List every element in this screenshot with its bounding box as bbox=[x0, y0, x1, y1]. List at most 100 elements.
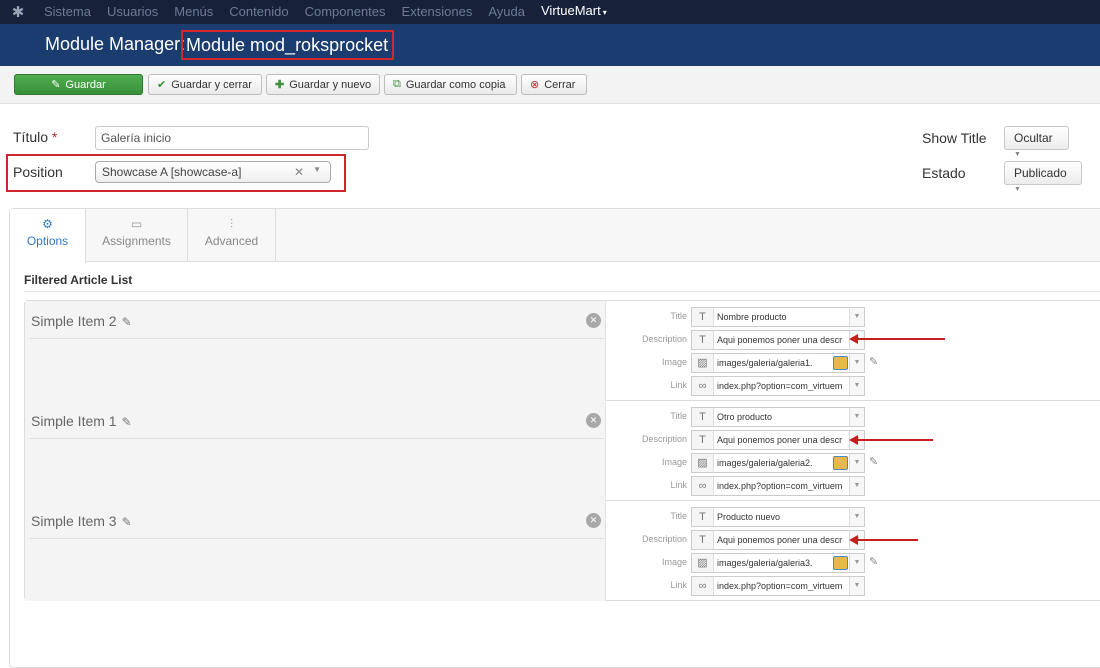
edit-icon: ✎ bbox=[51, 79, 61, 91]
title-input[interactable]: Galería inicio bbox=[95, 126, 369, 150]
menu-menus[interactable]: Menús bbox=[166, 0, 221, 24]
field-label-title: Title bbox=[670, 511, 687, 521]
remove-item-button[interactable]: ✕ bbox=[586, 513, 601, 528]
tab-bar: ⚙ Options ▭ Assignments ⫶ Advanced bbox=[10, 209, 1100, 263]
chevron-down-icon[interactable]: ▼ bbox=[849, 477, 864, 495]
field-label-link: Link bbox=[670, 580, 687, 590]
annotation-arrow bbox=[849, 435, 933, 445]
chevron-down-icon: ▼ bbox=[1014, 186, 1021, 193]
field-value: Aqui ponemos poner una descr bbox=[717, 435, 843, 445]
save-close-label: Guardar y cerrar bbox=[171, 78, 252, 91]
chevron-down-icon[interactable]: ▼ bbox=[849, 308, 864, 326]
field-value: Aqui ponemos poner una descr bbox=[717, 535, 843, 545]
item-title[interactable]: Simple Item 3 ✎ bbox=[31, 513, 132, 529]
item-divider bbox=[29, 338, 604, 339]
chevron-down-icon[interactable]: ▼ bbox=[849, 454, 864, 472]
text-icon: T bbox=[692, 431, 714, 449]
field-value: images/galeria/galeria2.png bbox=[717, 458, 812, 468]
sliders-icon: ⫶ bbox=[229, 217, 233, 231]
title-label: Título * bbox=[13, 129, 57, 145]
menu-componentes[interactable]: Componentes bbox=[297, 0, 394, 24]
chevron-down-icon[interactable]: ▼ bbox=[849, 377, 864, 395]
pencil-icon[interactable]: ✎ bbox=[122, 315, 132, 329]
field-label-link: Link bbox=[670, 480, 687, 490]
chevron-down-icon[interactable]: ▼ bbox=[849, 508, 864, 526]
save-close-button[interactable]: ✔ Guardar y cerrar bbox=[148, 74, 262, 95]
title-field[interactable]: T Producto nuevo ▼ bbox=[691, 507, 865, 527]
close-button[interactable]: ⊗ Cerrar bbox=[521, 74, 587, 95]
edit-icon[interactable]: ✎ bbox=[869, 355, 878, 368]
description-field[interactable]: TAqui ponemos poner una descr▼ bbox=[691, 430, 865, 450]
field-value: index.php?option=com_virtuem bbox=[717, 381, 843, 391]
description-field[interactable]: TAqui ponemos poner una descr▼ bbox=[691, 530, 865, 550]
link-field[interactable]: ∞ index.php?option=com_virtuem ▼ bbox=[691, 576, 865, 596]
media-browse-icon[interactable] bbox=[833, 456, 848, 470]
save-label: Guardar bbox=[65, 78, 106, 91]
pencil-icon[interactable]: ✎ bbox=[122, 515, 132, 529]
media-browse-icon[interactable] bbox=[833, 556, 848, 570]
field-label-description: Description bbox=[641, 434, 687, 444]
menu-usuarios[interactable]: Usuarios bbox=[99, 0, 166, 24]
tab-options[interactable]: ⚙ Options bbox=[10, 209, 86, 263]
title-field[interactable]: T Otro producto ▼ bbox=[691, 407, 865, 427]
clear-icon[interactable]: ✕ bbox=[294, 165, 304, 179]
status-value: Publicado bbox=[1014, 166, 1067, 180]
field-label-title: Title bbox=[670, 411, 687, 421]
chevron-down-icon[interactable]: ▼ bbox=[849, 408, 864, 426]
text-icon: T bbox=[692, 331, 714, 349]
item-title[interactable]: Simple Item 1 ✎ bbox=[31, 413, 132, 429]
page-header: Module Manager: Module mod_roksprocket bbox=[0, 24, 1100, 66]
text-icon: T bbox=[692, 308, 714, 326]
edit-icon[interactable]: ✎ bbox=[869, 455, 878, 468]
item-divider bbox=[29, 538, 604, 539]
title-field[interactable]: T Nombre producto ▼ bbox=[691, 307, 865, 327]
field-value: index.php?option=com_virtuem bbox=[717, 581, 843, 591]
image-field[interactable]: ▨images/galeria/galeria1.png ▼ bbox=[691, 353, 865, 373]
joomla-icon[interactable]: ✱ bbox=[0, 0, 36, 24]
save-new-label: Guardar y nuevo bbox=[289, 78, 372, 91]
position-select[interactable]: Showcase A [showcase-a] ✕ ▼ bbox=[95, 161, 331, 183]
save-button[interactable]: ✎ Guardar bbox=[14, 74, 143, 95]
chevron-down-icon: ▼ bbox=[313, 165, 321, 174]
show-title-dropdown[interactable]: Ocultar ▼ bbox=[1004, 126, 1069, 158]
edit-icon[interactable]: ✎ bbox=[869, 555, 878, 568]
required-mark: * bbox=[51, 129, 58, 145]
menu-extensiones[interactable]: Extensiones bbox=[394, 0, 481, 24]
field-link: Link ∞ index.php?option=com_virtuem ▼ bbox=[607, 476, 1100, 496]
plus-icon: ✚ bbox=[275, 79, 285, 91]
image-field[interactable]: ▨images/galeria/galeria3.png ▼ bbox=[691, 553, 865, 573]
status-dropdown[interactable]: Publicado ▼ bbox=[1004, 161, 1082, 193]
description-field[interactable]: TAqui ponemos poner una descr▼ bbox=[691, 330, 865, 350]
field-value: Otro producto bbox=[717, 412, 773, 422]
menu-contenido[interactable]: Contenido bbox=[221, 0, 296, 24]
remove-item-button[interactable]: ✕ bbox=[586, 413, 601, 428]
section-divider bbox=[24, 291, 1100, 292]
copy-icon: ⧉ bbox=[393, 78, 401, 90]
save-copy-button[interactable]: ⧉ Guardar como copia bbox=[384, 74, 517, 95]
media-browse-icon[interactable] bbox=[833, 356, 848, 370]
field-label-title: Title bbox=[670, 311, 687, 321]
link-field[interactable]: ∞ index.php?option=com_virtuem ▼ bbox=[691, 376, 865, 396]
field-image: Image ▨images/galeria/galeria2.png ▼ ✎ bbox=[607, 453, 1100, 473]
pencil-icon[interactable]: ✎ bbox=[122, 415, 132, 429]
item-name: Simple Item 1 bbox=[31, 413, 117, 429]
field-value: Aqui ponemos poner una descr bbox=[717, 335, 843, 345]
image-icon: ▨ bbox=[692, 354, 714, 372]
chevron-down-icon[interactable]: ▼ bbox=[849, 354, 864, 372]
field-title: Title T Nombre producto ▼ bbox=[607, 307, 1100, 327]
menu-ayuda[interactable]: Ayuda bbox=[480, 0, 533, 24]
link-field[interactable]: ∞ index.php?option=com_virtuem ▼ bbox=[691, 476, 865, 496]
field-label-description: Description bbox=[641, 534, 687, 544]
remove-item-button[interactable]: ✕ bbox=[586, 313, 601, 328]
menu-virtuemart[interactable]: VirtueMart ▾ bbox=[533, 0, 615, 25]
chevron-down-icon[interactable]: ▼ bbox=[849, 554, 864, 572]
show-title-value: Ocultar bbox=[1014, 131, 1053, 145]
item-title[interactable]: Simple Item 2 ✎ bbox=[31, 313, 132, 329]
tab-advanced[interactable]: ⫶ Advanced bbox=[188, 209, 276, 262]
tab-assignments[interactable]: ▭ Assignments bbox=[86, 209, 188, 262]
save-new-button[interactable]: ✚ Guardar y nuevo bbox=[266, 74, 380, 95]
image-field[interactable]: ▨images/galeria/galeria2.png ▼ bbox=[691, 453, 865, 473]
chevron-down-icon[interactable]: ▼ bbox=[849, 577, 864, 595]
link-icon: ∞ bbox=[692, 577, 714, 595]
menu-sistema[interactable]: Sistema bbox=[36, 0, 99, 24]
